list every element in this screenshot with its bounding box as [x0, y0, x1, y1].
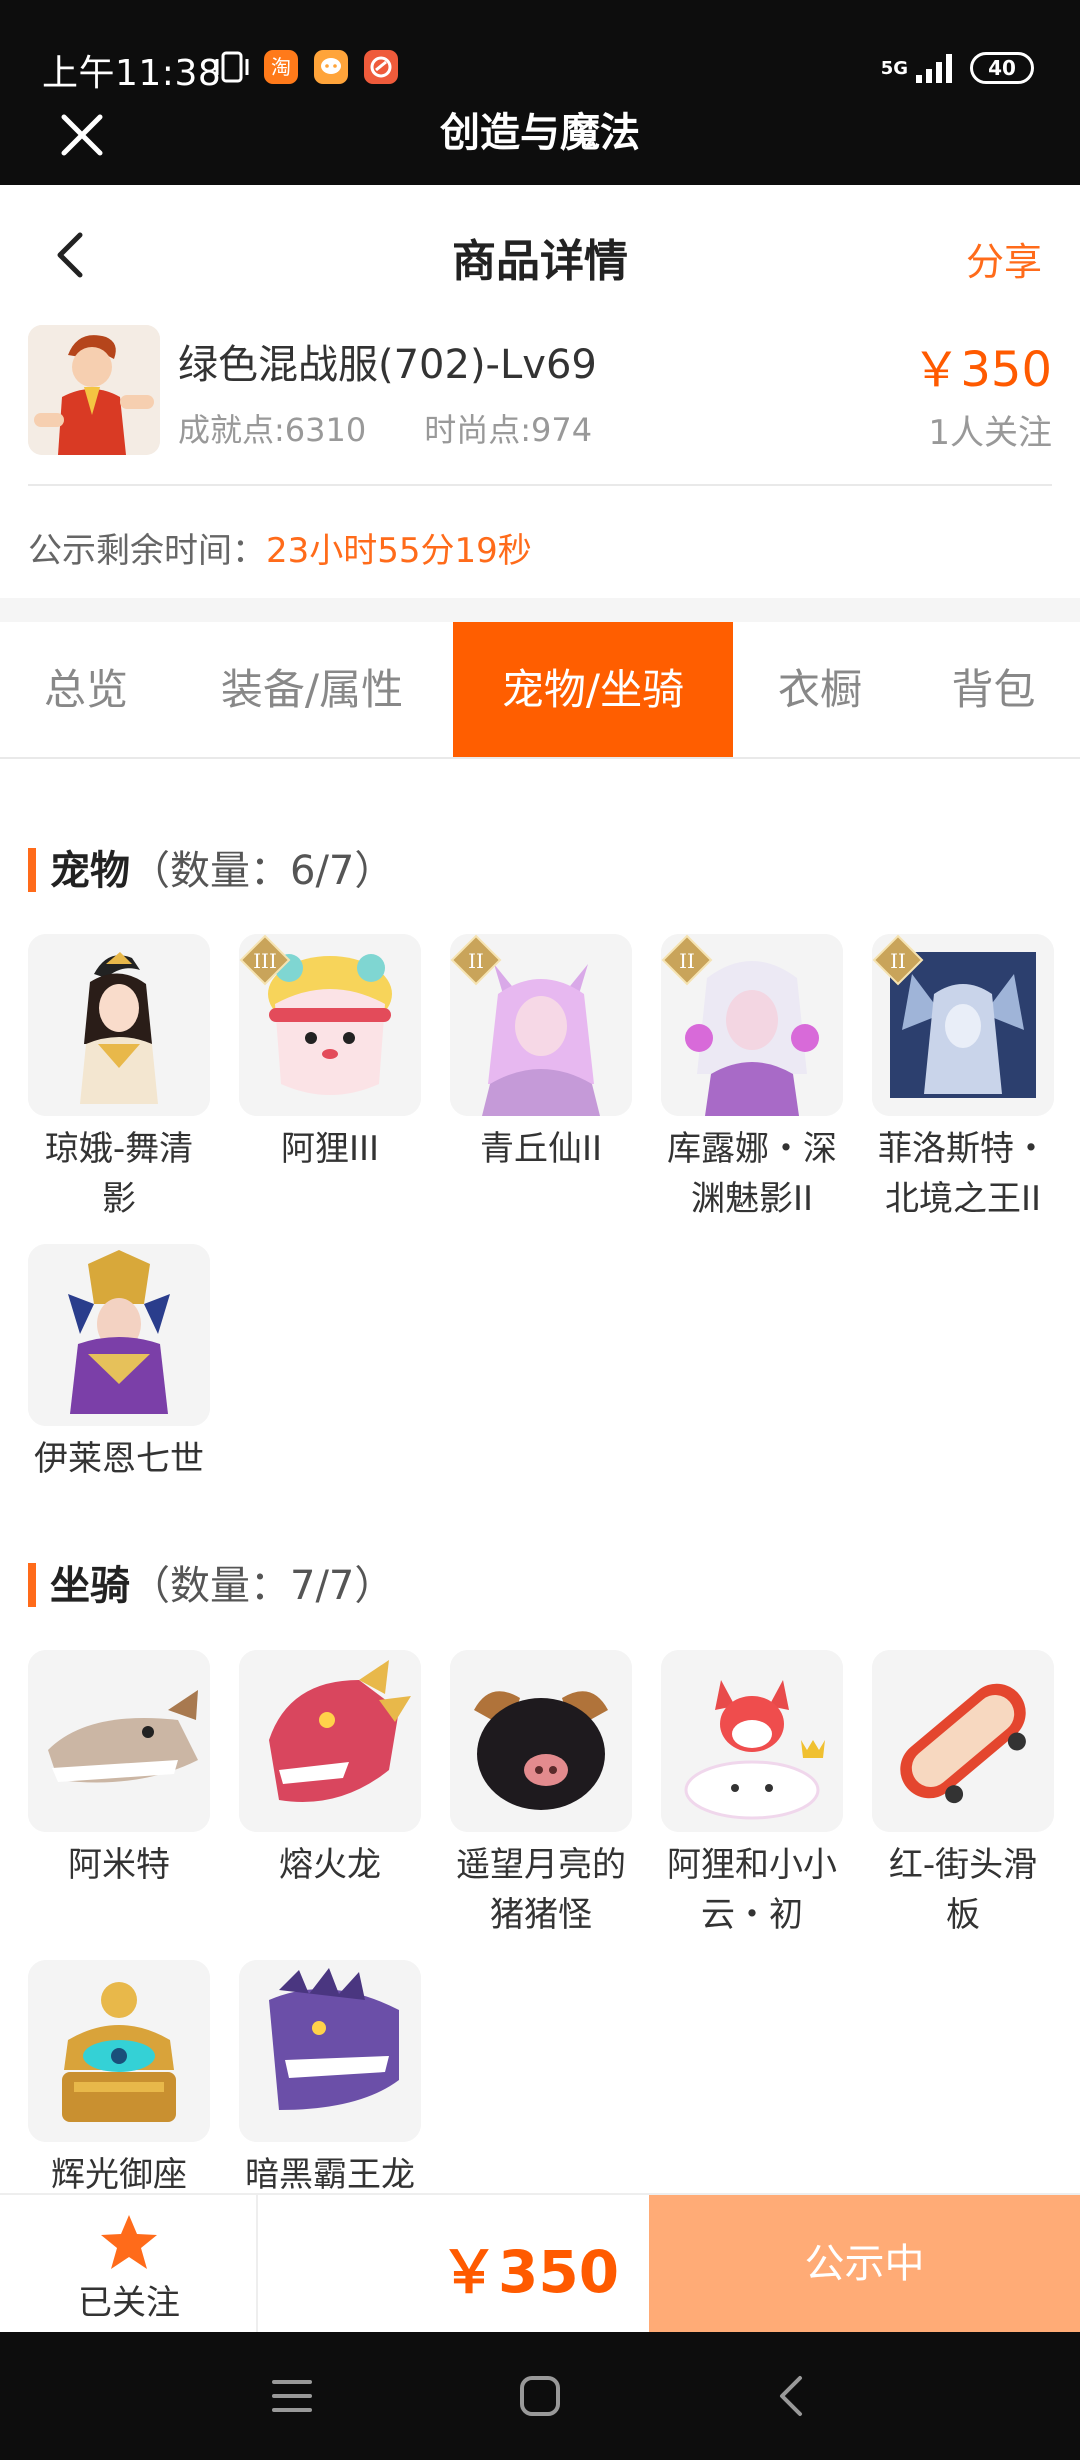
- mount-thumbnail: [872, 1650, 1054, 1832]
- pets-section-title: 宠物（数量：6/7）: [28, 838, 394, 896]
- svg-text:II: II: [679, 949, 695, 973]
- mount-name: 红-街头滑板: [888, 1845, 1038, 1935]
- pet-item[interactable]: II 青丘仙II: [450, 934, 632, 1174]
- tier-badge-icon: II: [872, 934, 924, 986]
- mount-thumbnail: [28, 1650, 210, 1832]
- taobao-app-icon: 淘: [264, 50, 298, 84]
- mount-name: 阿狸和小小云・初: [667, 1845, 837, 1935]
- mount-name: 阿米特: [68, 1845, 170, 1885]
- tab-wardrobe[interactable]: 衣橱: [733, 622, 907, 757]
- mount-thumbnail: [661, 1650, 843, 1832]
- pet-name: 阿狸III: [280, 1129, 380, 1169]
- tab-equipment[interactable]: 装备/属性: [172, 622, 452, 757]
- page-title: 商品详情: [452, 236, 628, 287]
- mounts-section-title: 坐骑（数量：7/7）: [28, 1553, 394, 1611]
- pet-thumbnail: II: [872, 934, 1054, 1116]
- mount-name: 熔火龙: [279, 1845, 381, 1885]
- mount-name: 遥望月亮的猪猪怪: [456, 1845, 626, 1935]
- mount-item[interactable]: 红-街头滑板: [872, 1650, 1054, 1940]
- svg-text:II: II: [468, 949, 484, 973]
- network-type: 5G: [880, 57, 908, 79]
- mount-item[interactable]: 遥望月亮的猪猪怪: [450, 1650, 632, 1940]
- public-status-button[interactable]: 公示中: [649, 2195, 1080, 2334]
- pets-title: 宠物: [50, 848, 130, 894]
- pet-thumbnail: III: [239, 934, 421, 1116]
- mount-item[interactable]: 暗黑霸王龙: [239, 1960, 421, 2200]
- divider: [28, 484, 1052, 486]
- pet-item[interactable]: III 阿狸III: [239, 934, 421, 1174]
- follow-label: 已关注: [78, 2283, 180, 2323]
- pet-thumbnail: II: [450, 934, 632, 1116]
- pet-thumbnail: [28, 1244, 210, 1426]
- mount-thumbnail: [239, 1650, 421, 1832]
- mounts-count: （数量：7/7）: [130, 1563, 395, 1609]
- mounts-title: 坐骑: [50, 1563, 130, 1609]
- back-nav-icon[interactable]: [772, 2374, 812, 2418]
- achievement-points: 成就点:6310: [178, 411, 367, 449]
- star-icon: [101, 2215, 157, 2269]
- pet-name: 青丘仙II: [479, 1129, 603, 1169]
- mount-item[interactable]: 辉光御座: [28, 1960, 210, 2200]
- status-time: 上午11:38: [42, 53, 222, 94]
- system-nav-bar: [0, 2332, 1080, 2460]
- section-marker: [28, 848, 36, 892]
- tab-backpack[interactable]: 背包: [907, 622, 1080, 757]
- mount-thumbnail: [28, 1960, 210, 2142]
- fashion-points: 时尚点:974: [424, 411, 593, 449]
- pet-thumbnail: II: [661, 934, 843, 1116]
- signal-icon: [916, 54, 952, 83]
- tier-badge-icon: III: [239, 934, 291, 986]
- mount-thumbnail: [450, 1650, 632, 1832]
- pet-item[interactable]: 琼娥-舞清影: [28, 934, 210, 1224]
- notice-countdown: 23小时55分19秒: [266, 531, 532, 571]
- svg-text:II: II: [890, 949, 906, 973]
- top-bar: 上午11:38 淘 5G 40 创造与魔法: [0, 0, 1080, 185]
- product-meta: 成就点:6310 时尚点:974: [178, 405, 592, 451]
- bottom-price: ￥350: [440, 2238, 620, 2306]
- webview-title: 创造与魔法: [440, 110, 640, 156]
- product-name: 绿色混战服(702)-Lv69: [178, 342, 597, 388]
- section-marker: [28, 1563, 36, 1607]
- pet-name: 琼娥-舞清影: [44, 1129, 194, 1219]
- mount-item[interactable]: 阿米特: [28, 1650, 210, 1890]
- mount-item[interactable]: 阿狸和小小云・初: [661, 1650, 843, 1940]
- notice-label: 公示剩余时间：: [28, 531, 266, 571]
- notice-remaining: 公示剩余时间：23小时55分19秒: [28, 523, 532, 572]
- svg-text:III: III: [253, 949, 277, 973]
- tab-bar: 总览 装备/属性 宠物/坐骑 衣橱 背包: [0, 622, 1080, 759]
- bottom-action-bar: 已关注 ￥350 公示中: [0, 2193, 1080, 2334]
- home-icon[interactable]: [518, 2374, 562, 2418]
- pet-thumbnail: [28, 934, 210, 1116]
- page-header: 商品详情 分享: [0, 185, 1080, 325]
- mount-item[interactable]: 熔火龙: [239, 1650, 421, 1890]
- tab-overview[interactable]: 总览: [0, 622, 172, 757]
- pet-item[interactable]: II 菲洛斯特・北境之王II: [872, 934, 1054, 1224]
- pet-item[interactable]: 伊莱恩七世: [28, 1244, 210, 1484]
- pet-name: 库露娜・深渊魅影II: [667, 1129, 837, 1219]
- tier-badge-icon: II: [661, 934, 713, 986]
- vibrate-icon: [215, 51, 249, 83]
- follower-count: 1人关注: [928, 413, 1052, 453]
- battery-icon: 40: [970, 52, 1034, 84]
- tab-pets-mounts[interactable]: 宠物/坐骑: [453, 622, 733, 757]
- mount-thumbnail: [239, 1960, 421, 2142]
- product-price: ￥350: [912, 342, 1052, 398]
- status-right: 5G 40: [881, 48, 1034, 88]
- pets-count: （数量：6/7）: [130, 848, 395, 894]
- pet-item[interactable]: II 库露娜・深渊魅影II: [661, 934, 843, 1224]
- character-avatar: [28, 325, 160, 455]
- tier-badge-icon: II: [450, 934, 502, 986]
- pet-name: 伊莱恩七世: [34, 1439, 204, 1479]
- chat-app-icon: [314, 50, 348, 84]
- menu-icon[interactable]: [270, 2376, 314, 2416]
- pet-name: 菲洛斯特・北境之王II: [878, 1129, 1048, 1219]
- follow-button[interactable]: 已关注: [0, 2195, 258, 2334]
- section-gap: [0, 598, 1080, 622]
- game-app-icon: [364, 50, 398, 84]
- share-button[interactable]: 分享: [966, 231, 1042, 286]
